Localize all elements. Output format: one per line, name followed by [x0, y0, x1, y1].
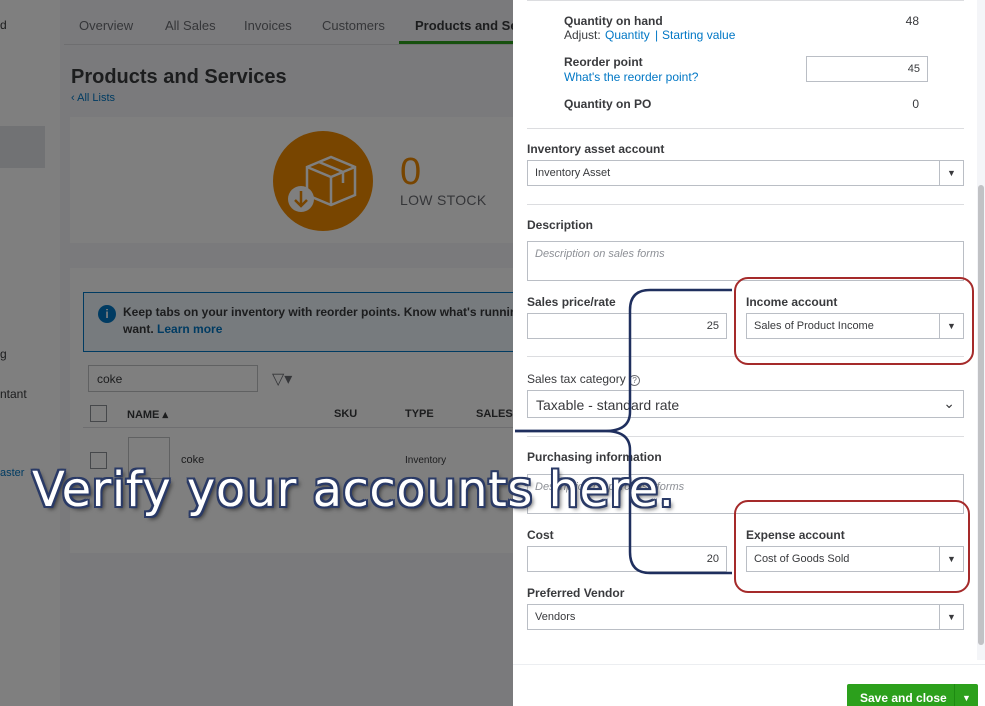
- expense-account-highlight: [734, 500, 970, 593]
- chevron-down-icon[interactable]: ⌄: [943, 395, 955, 412]
- sales-price-input[interactable]: 25: [527, 313, 727, 339]
- inventory-asset-select[interactable]: Inventory Asset ▼: [527, 160, 964, 186]
- reorder-point-label: Reorder point: [564, 55, 643, 69]
- sales-description-textarea[interactable]: Description on sales forms: [527, 241, 964, 281]
- adjust-label: Adjust:: [564, 28, 601, 42]
- adjust-separator: |: [655, 28, 659, 42]
- preferred-vendor-select[interactable]: Vendors ▼: [527, 604, 964, 630]
- sales-price-label: Sales price/rate: [527, 295, 616, 309]
- starting-value-link[interactable]: Starting value: [662, 28, 735, 42]
- save-and-close-button[interactable]: Save and close ▼: [847, 684, 978, 706]
- inventory-asset-label: Inventory asset account: [527, 142, 665, 156]
- preferred-vendor-value: Vendors: [535, 611, 576, 623]
- chevron-down-icon[interactable]: ▼: [939, 605, 963, 629]
- qty-on-po-label: Quantity on PO: [564, 97, 652, 111]
- save-and-close-label: Save and close: [860, 691, 947, 705]
- qty-on-hand-value: 48: [905, 14, 919, 28]
- help-icon[interactable]: ?: [629, 375, 641, 386]
- income-account-highlight: [734, 277, 974, 365]
- cost-input[interactable]: 20: [527, 546, 727, 572]
- scrollbar-thumb[interactable]: [978, 185, 984, 645]
- chevron-down-icon[interactable]: ▼: [954, 684, 978, 706]
- drawer-scrollbar[interactable]: [977, 0, 985, 660]
- sales-tax-value: Taxable - standard rate: [536, 397, 680, 413]
- preferred-vendor-label: Preferred Vendor: [527, 586, 625, 600]
- adjust-quantity-link[interactable]: Quantity: [605, 28, 650, 42]
- sales-tax-select[interactable]: Taxable - standard rate ⌄: [527, 390, 964, 418]
- reorder-point-help-link[interactable]: What's the reorder point?: [564, 70, 698, 84]
- cost-label: Cost: [527, 528, 554, 542]
- sales-tax-label: Sales tax category ?: [527, 372, 641, 386]
- chevron-down-icon[interactable]: ▼: [939, 161, 963, 185]
- qty-on-po-value: 0: [912, 97, 919, 111]
- sales-tax-label-text: Sales tax category: [527, 372, 626, 386]
- callout-text: Verify your accounts here.: [32, 462, 675, 518]
- inventory-asset-value: Inventory Asset: [535, 167, 611, 179]
- reorder-point-input[interactable]: 45: [806, 56, 928, 82]
- description-label: Description: [527, 218, 594, 232]
- qty-on-hand-label: Quantity on hand: [564, 14, 663, 28]
